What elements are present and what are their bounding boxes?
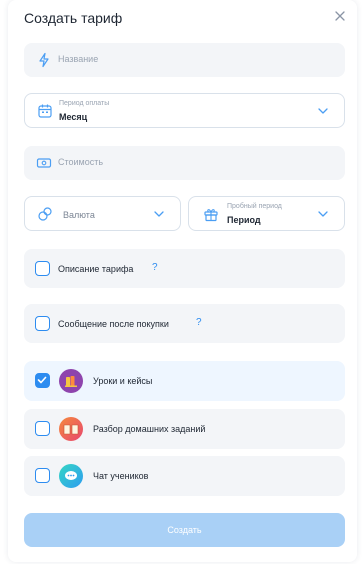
module-label: Разбор домашних заданий [93, 424, 206, 434]
homework-checkbox[interactable] [35, 421, 50, 436]
price-field[interactable]: Стоимость [24, 146, 345, 180]
trial-period-label: Пробный период [227, 203, 282, 210]
check-icon [37, 376, 47, 384]
message-after-purchase-checkbox[interactable] [35, 316, 50, 331]
tariff-description-checkbox[interactable] [35, 261, 50, 276]
currency-select[interactable]: Валюта [24, 196, 181, 231]
chevron-down-icon [318, 211, 328, 217]
calendar-icon [38, 104, 52, 118]
create-button[interactable]: Создать [24, 513, 345, 547]
chevron-down-icon [154, 211, 164, 217]
price-placeholder: Стоимость [58, 157, 104, 167]
module-item-chat[interactable]: Чат учеников [24, 456, 345, 496]
help-icon[interactable]: ? [196, 317, 202, 328]
trial-period-value: Период [227, 215, 261, 225]
payment-period-value: Месяц [59, 112, 88, 122]
chat-bubble-icon [59, 464, 83, 488]
module-item-homework[interactable]: Разбор домашних заданий [24, 409, 345, 449]
currency-placeholder: Валюта [63, 210, 95, 220]
module-label: Чат учеников [93, 471, 149, 481]
chat-checkbox[interactable] [35, 468, 50, 483]
trial-period-select[interactable]: Пробный период Период [188, 196, 345, 231]
module-label: Уроки и кейсы [93, 376, 153, 386]
create-button-label: Создать [167, 525, 202, 535]
create-tariff-dialog: Создать тариф Название Период оплаты Мес… [8, 0, 357, 562]
payment-period-label: Период оплаты [59, 100, 110, 107]
lessons-checkbox[interactable] [35, 373, 50, 388]
payment-period-select[interactable]: Период оплаты Месяц [24, 93, 345, 128]
name-field[interactable]: Название [24, 43, 345, 77]
module-item-lessons[interactable]: Уроки и кейсы [24, 361, 345, 401]
option-label: Сообщение после покупки [58, 319, 169, 329]
chevron-down-icon [318, 108, 328, 114]
lightning-icon [39, 52, 49, 68]
dialog-title: Создать тариф [24, 10, 123, 26]
help-icon[interactable]: ? [152, 262, 158, 273]
message-after-purchase-option[interactable]: Сообщение после покупки ? [24, 304, 345, 343]
coins-icon [38, 207, 52, 221]
banknote-icon [36, 158, 52, 168]
gift-icon [204, 209, 218, 222]
books-icon [59, 369, 83, 393]
tariff-description-option[interactable]: Описание тарифа ? [24, 249, 345, 288]
close-icon[interactable] [333, 9, 347, 23]
open-book-icon [59, 417, 83, 441]
option-label: Описание тарифа [58, 264, 134, 274]
name-placeholder: Название [58, 54, 99, 64]
